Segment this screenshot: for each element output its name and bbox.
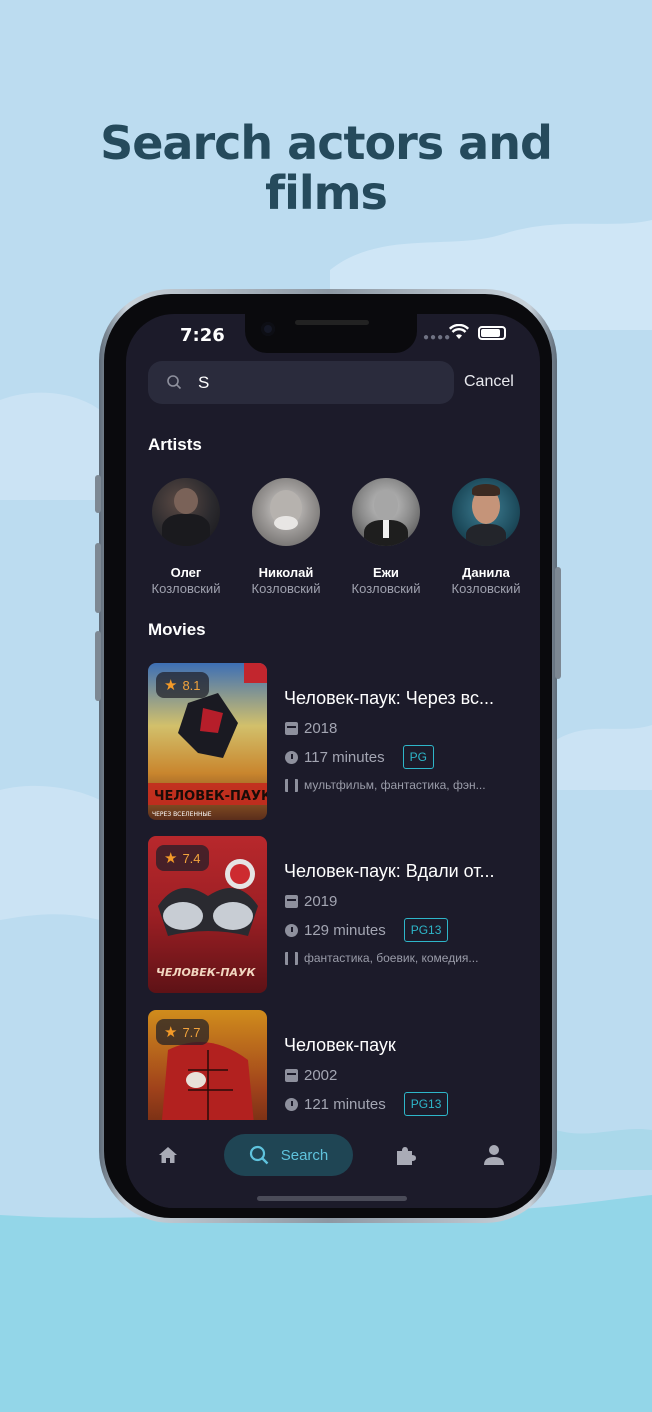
rating-value: 7.4 — [182, 850, 201, 866]
movie-genres: фантастика, боевик, комедия... — [304, 951, 479, 965]
headline-line-1: Search actors and — [100, 116, 553, 170]
volume-down-button — [95, 631, 101, 701]
app-screen: 7:26 ●●●● Cancel Artist — [126, 314, 540, 1208]
calendar-icon — [285, 1069, 298, 1082]
movie-duration: 121 minutes — [304, 1095, 386, 1113]
movie-duration-row: 129 minutes PG13 — [285, 918, 449, 942]
movie-year-row: 2019 — [285, 893, 337, 910]
clock-icon — [285, 923, 298, 937]
movie-genres: мультфильм, фантастика, фэн... — [304, 778, 486, 792]
movie-duration-row: 121 minutes PG13 — [285, 1092, 449, 1116]
svg-text:ЧЕЛОВЕК-ПАУК: ЧЕЛОВЕК-ПАУК — [156, 966, 257, 979]
artist-avatar — [252, 478, 320, 546]
movie-genres-row: мультфильм, фантастика, фэн... — [285, 778, 514, 792]
search-icon — [249, 1145, 269, 1165]
search-input[interactable] — [198, 371, 438, 395]
home-indicator[interactable] — [257, 1196, 407, 1201]
movie-year: 2019 — [304, 893, 338, 910]
speaker-grille — [295, 320, 369, 325]
volume-up-button — [95, 543, 101, 613]
artist-card[interactable]: Данила Козловский — [436, 478, 536, 596]
artist-first-name: Олег — [170, 565, 202, 580]
movie-year-row: 2002 — [285, 1067, 337, 1084]
bottom-navigation: Search — [126, 1120, 540, 1208]
svg-text:ЧЕЛОВЕК-ПАУК: ЧЕЛОВЕК-ПАУК — [154, 789, 267, 804]
movie-poster: ЧЕЛОВЕК-ПАУК ЧЕРЕЗ ВСЕЛЕННЫЕ ★ 8.1 — [148, 663, 267, 820]
rating-value: 7.7 — [182, 1024, 201, 1040]
search-bar[interactable] — [148, 361, 454, 404]
artist-last-name: Козловский — [251, 581, 321, 596]
artist-last-name: Козловский — [351, 581, 421, 596]
artist-first-name: Ежи — [373, 565, 399, 580]
headline-line-2: films — [265, 166, 388, 220]
mute-switch — [95, 475, 101, 513]
rating-badge: ★ 7.7 — [156, 1019, 209, 1045]
puzzle-icon — [397, 1147, 416, 1165]
movie-title: Человек-паук: Через вс... — [284, 688, 495, 708]
calendar-icon — [285, 722, 298, 735]
movie-card[interactable]: ЧЕЛОВЕК-ПАУК ЧЕРЕЗ ВСЕЛЕННЫЕ ★ 8.1 Челов… — [148, 663, 528, 820]
promo-headline: Search actors and films — [0, 118, 652, 218]
artist-avatar — [352, 478, 420, 546]
phone-bezel: 7:26 ●●●● Cancel Artist — [104, 294, 552, 1218]
status-time: 7:26 — [180, 325, 225, 346]
movie-year: 2002 — [304, 1067, 338, 1084]
artist-card[interactable]: Ежи Козловский — [336, 478, 436, 596]
svg-text:ЧЕРЕЗ ВСЕЛЕННЫЕ: ЧЕРЕЗ ВСЕЛЕННЫЕ — [152, 811, 212, 818]
signal-icon: ●●●● — [423, 332, 452, 343]
clock-icon — [285, 1097, 298, 1111]
cancel-button[interactable]: Cancel — [464, 373, 514, 391]
wifi-icon — [449, 324, 469, 339]
movies-section-title: Movies — [148, 620, 206, 639]
star-icon: ★ — [164, 1024, 178, 1041]
movie-title: Человек-паук: Вдали от... — [284, 861, 495, 881]
power-button — [555, 567, 561, 679]
age-rating-badge: PG13 — [403, 1092, 449, 1116]
artist-card[interactable]: Николай Козловский — [236, 478, 336, 596]
age-rating-badge: PG — [402, 745, 434, 769]
artist-avatar — [452, 478, 520, 546]
artist-first-name: Николай — [258, 565, 314, 580]
movie-duration: 117 minutes — [304, 748, 385, 766]
calendar-icon — [285, 895, 298, 908]
nav-search[interactable]: Search — [224, 1134, 353, 1176]
artist-first-name: Данила — [462, 565, 510, 580]
film-icon — [285, 778, 298, 792]
movie-title: Человек-паук — [284, 1035, 396, 1055]
artist-last-name: Козловский — [451, 581, 521, 596]
clock-icon — [285, 750, 298, 764]
person-icon — [484, 1145, 504, 1165]
nav-profile[interactable] — [472, 1134, 516, 1176]
nav-search-label: Search — [280, 1146, 329, 1164]
movie-genres-row: фантастика, боевик, комедия... — [285, 951, 514, 965]
star-icon: ★ — [164, 850, 178, 867]
rating-badge: ★ 7.4 — [156, 845, 209, 871]
home-icon — [159, 1147, 177, 1163]
film-icon — [285, 951, 298, 965]
movie-card[interactable]: ЧЕЛОВЕК-ПАУК ★ 7.4 Человек-паук: Вдали о… — [148, 836, 528, 993]
movie-year: 2018 — [304, 720, 338, 737]
artist-avatar — [152, 478, 220, 546]
movie-poster: ЧЕЛОВЕК-ПАУК ★ 7.4 — [148, 836, 267, 993]
movie-year-row: 2018 — [285, 720, 337, 737]
artists-section-title: Artists — [148, 435, 202, 454]
movie-duration-row: 117 minutes PG — [285, 745, 434, 769]
phone-frame: 7:26 ●●●● Cancel Artist — [95, 289, 561, 1223]
rating-value: 8.1 — [182, 677, 201, 693]
movie-duration: 129 minutes — [304, 921, 386, 939]
age-rating-badge: PG13 — [403, 918, 449, 942]
nav-extensions[interactable] — [384, 1134, 428, 1176]
rating-badge: ★ 8.1 — [156, 672, 209, 698]
nav-home[interactable] — [146, 1134, 190, 1176]
search-icon — [167, 375, 182, 390]
notch — [245, 314, 417, 353]
artist-card[interactable]: Олег Козловский — [136, 478, 236, 596]
star-icon: ★ — [164, 677, 178, 694]
battery-icon — [478, 326, 506, 340]
artist-last-name: Козловский — [151, 581, 221, 596]
front-camera — [261, 322, 275, 336]
